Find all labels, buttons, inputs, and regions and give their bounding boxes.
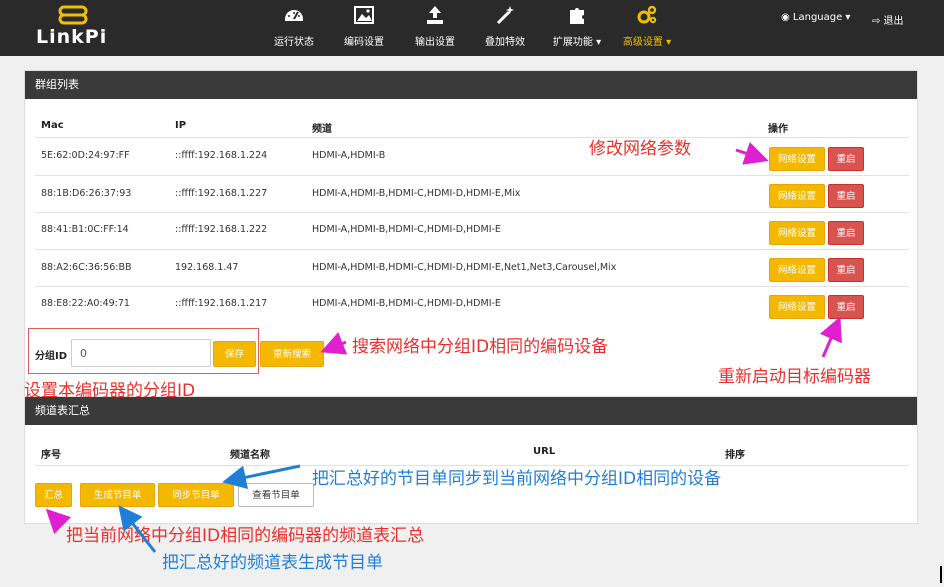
- annotation-restart-target: 重新启动目标编码器: [718, 367, 871, 387]
- magic-wand-icon: [496, 6, 514, 25]
- restart-button[interactable]: 重启: [828, 295, 864, 319]
- col-header-sort: 排序: [725, 450, 745, 461]
- restart-button[interactable]: 重启: [828, 147, 864, 171]
- cell-channel: HDMI-A,HDMI-B,HDMI-C,HDMI-D,HDMI-E: [312, 298, 501, 309]
- annotation-summary-channels: 把当前网络中分组ID相同的编码器的频道表汇总: [66, 526, 425, 546]
- puzzle-icon: [570, 8, 584, 24]
- restart-button[interactable]: 重启: [828, 258, 864, 282]
- cell-channel: HDMI-A,HDMI-B: [312, 150, 386, 161]
- link-logo-icon: [58, 5, 88, 25]
- nav-item-status[interactable]: 运行状态: [270, 4, 318, 52]
- cell-channel: HDMI-A,HDMI-B,HDMI-C,HDMI-D,HDMI-E: [312, 224, 501, 235]
- cell-ip: 192.168.1.47: [175, 262, 239, 273]
- nav-item-encode[interactable]: 编码设置: [340, 4, 388, 52]
- summary-button[interactable]: 汇总: [35, 483, 72, 507]
- dashboard-icon: [285, 10, 303, 21]
- restart-button[interactable]: 重启: [828, 184, 864, 208]
- upload-icon: [427, 6, 443, 24]
- row-divider: [35, 286, 909, 287]
- nav-item-overlay[interactable]: 叠加特效: [481, 4, 529, 52]
- row-divider: [35, 175, 909, 176]
- annotation-net-params: 修改网络参数: [589, 139, 691, 159]
- table-divider: [35, 137, 909, 138]
- nav-label-overlay: 叠加特效: [485, 37, 525, 48]
- image-icon: [354, 6, 374, 24]
- cell-mac: 5E:62:0D:24:97:FF: [41, 150, 130, 161]
- nav-item-advanced[interactable]: 高级设置 ▾: [618, 4, 676, 52]
- nav-label-output: 输出设置: [415, 37, 455, 48]
- channel-summary-panel: 频道表汇总 序号 频道名称 URL 排序 汇总 生成节目单 同步节目单 查看节目…: [24, 396, 918, 524]
- cell-mac: 88:E8:22:A0:49:71: [41, 298, 130, 309]
- sync-playlist-button[interactable]: 同步节目单: [158, 483, 234, 507]
- brand-name: LinkPi: [36, 26, 108, 48]
- generate-playlist-button[interactable]: 生成节目单: [80, 483, 155, 507]
- col-header-mac: Mac: [41, 120, 64, 131]
- cell-mac: 88:41:B1:0C:FF:14: [41, 224, 129, 235]
- language-dropdown[interactable]: ◉ Language ▾: [781, 12, 850, 23]
- col-header-ip: IP: [175, 120, 187, 131]
- brand-logo[interactable]: LinkPi: [36, 4, 116, 52]
- col-header-index: 序号: [41, 450, 61, 461]
- nav-label-extensions: 扩展功能 ▾: [552, 37, 602, 48]
- logout-link[interactable]: ⇨ 退出: [872, 12, 904, 27]
- cell-ip: ::ffff:192.168.1.227: [175, 188, 268, 199]
- annotation-set-group-id: 设置本编码器的分组ID: [24, 381, 196, 401]
- cell-ip: ::ffff:192.168.1.217: [175, 298, 268, 309]
- top-navbar: LinkPi 运行状态 编码设置 输出设置 叠加特效 扩展功能 ▾ 高级设置 ▾…: [0, 0, 944, 56]
- col-header-channel: 频道: [312, 124, 332, 135]
- research-button[interactable]: 重新搜索: [260, 341, 324, 367]
- net-settings-button[interactable]: 网络设置: [769, 147, 825, 171]
- cell-mac: 88:A2:6C:36:56:BB: [41, 262, 132, 273]
- group-id-highlight-box: [28, 328, 259, 374]
- nav-label-advanced: 高级设置 ▾: [622, 37, 672, 48]
- gears-icon: [637, 5, 657, 24]
- nav-label-status: 运行状态: [274, 37, 314, 48]
- cell-ip: ::ffff:192.168.1.224: [175, 150, 268, 161]
- annotation-sync-playlist: 把汇总好的节目单同步到当前网络中分组ID相同的设备: [312, 469, 722, 489]
- view-playlist-button[interactable]: 查看节目单: [238, 483, 314, 507]
- group-list-title: 群组列表: [25, 71, 917, 99]
- net-settings-button[interactable]: 网络设置: [769, 221, 825, 245]
- annotation-search-devices: 搜索网络中分组ID相同的编码设备: [352, 337, 609, 357]
- cell-channel: HDMI-A,HDMI-B,HDMI-C,HDMI-D,HDMI-E,Mix: [312, 188, 521, 199]
- row-divider: [35, 249, 909, 250]
- cell-ip: ::ffff:192.168.1.222: [175, 224, 268, 235]
- net-settings-button[interactable]: 网络设置: [769, 184, 825, 208]
- row-divider: [35, 212, 909, 213]
- nav-label-encode: 编码设置: [344, 37, 384, 48]
- col-header-url: URL: [533, 446, 556, 457]
- net-settings-button[interactable]: 网络设置: [769, 295, 825, 319]
- col-header-name: 频道名称: [230, 450, 270, 461]
- channel-summary-title: 频道表汇总: [25, 397, 917, 425]
- col-header-ops: 操作: [768, 124, 788, 135]
- nav-item-extensions[interactable]: 扩展功能 ▾: [548, 4, 606, 52]
- cell-channel: HDMI-A,HDMI-B,HDMI-C,HDMI-D,HDMI-E,Net1,…: [312, 262, 617, 273]
- annotation-generate-playlist: 把汇总好的频道表生成节目单: [162, 553, 383, 573]
- nav-item-output[interactable]: 输出设置: [411, 4, 459, 52]
- restart-button[interactable]: 重启: [828, 221, 864, 245]
- net-settings-button[interactable]: 网络设置: [769, 258, 825, 282]
- cell-mac: 88:1B:D6:26:37:93: [41, 188, 132, 199]
